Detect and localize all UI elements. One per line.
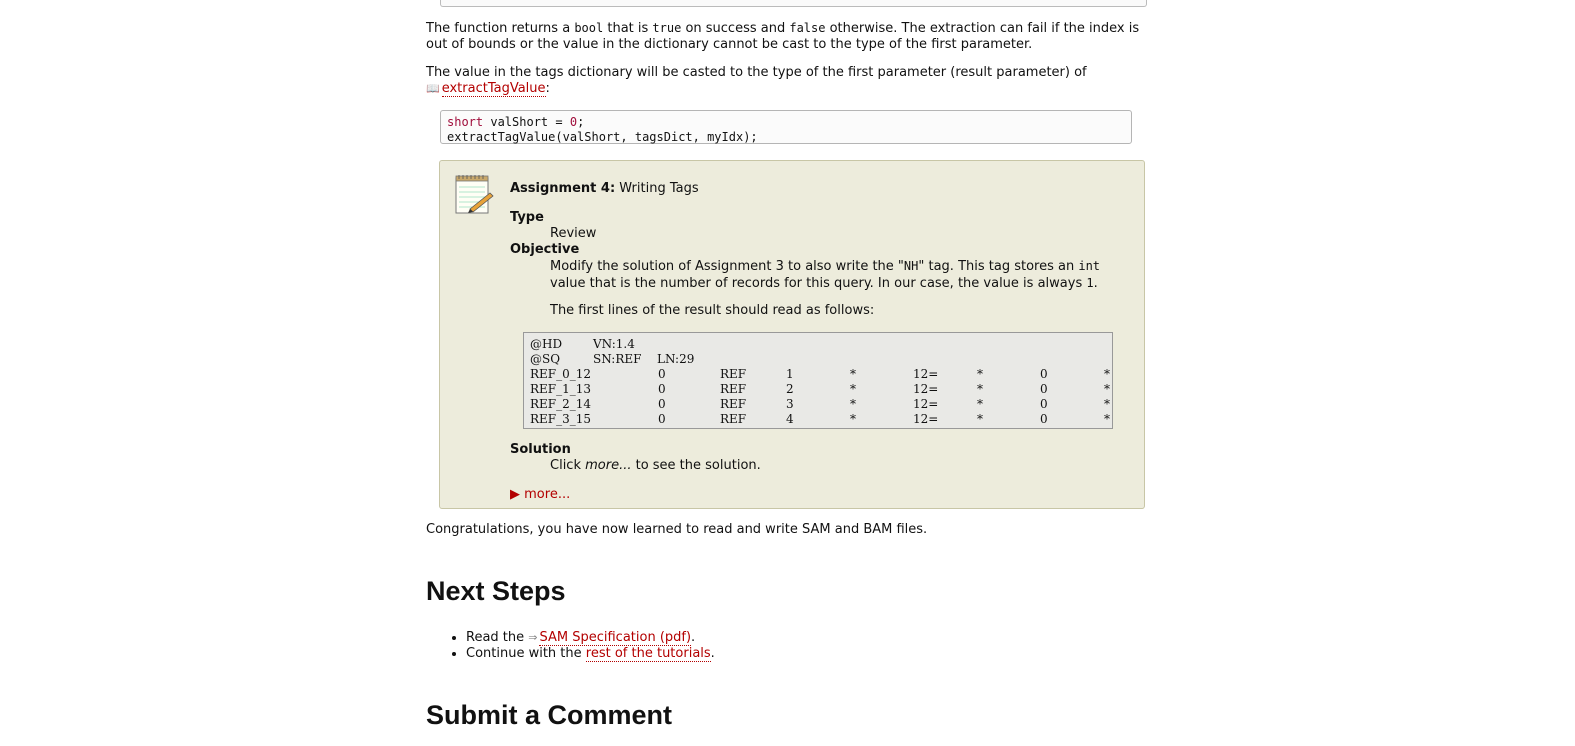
triangle-right-icon: ▶ — [510, 487, 520, 502]
solution-label: Solution — [510, 442, 571, 457]
assignment-title: Assignment 4: Writing Tags — [510, 181, 699, 196]
congrats-text: Congratulations, you have now learned to… — [426, 522, 928, 537]
objective-label: Objective — [510, 242, 580, 257]
notepad-pencil-icon — [455, 175, 494, 214]
return-value-paragraph: The function returns a bool that is true… — [426, 21, 1140, 52]
sam-record-row: REF_1_13 0 REF 2 * 12= * 0 * — [530, 382, 1110, 396]
sam-spec-link[interactable]: SAM Specification (pdf) — [539, 630, 692, 646]
next-steps-list: Read the ⇒SAM Specification (pdf). Conti… — [466, 630, 715, 662]
submit-comment-heading: Submit a Comment — [426, 700, 673, 730]
next-steps-heading: Next Steps — [426, 576, 566, 606]
tutorials-link[interactable]: rest of the tutorials — [585, 646, 711, 662]
list-item: Continue with the rest of the tutorials. — [466, 646, 715, 662]
sam-record-row: REF_3_15 0 REF 4 * 12= * 0 * — [530, 412, 1110, 426]
sam-header-row: @SQ SN:REF LN:29 — [530, 352, 695, 366]
external-link-icon: ⇒ — [528, 631, 538, 644]
cast-paragraph: The value in the tags dictionary will be… — [426, 65, 1087, 97]
sam-output-block: @HD VN:1.4 @SQ SN:REF LN:29 REF_0_12 0 REF 1 * 1… — [523, 332, 1113, 429]
extracttagvalue-link[interactable]: extractTagValue — [441, 81, 546, 97]
sam-record-row: REF_2_14 0 REF 3 * 12= * 0 * — [530, 397, 1110, 411]
more-toggle[interactable]: ▶ more... — [510, 487, 570, 502]
book-icon: 📖 — [426, 82, 440, 95]
type-label: Type — [510, 210, 544, 225]
assignment-box: Assignment 4: Writing Tags Type Review O… — [439, 160, 1145, 509]
previous-code-box — [440, 0, 1147, 7]
code-snippet: short valShort = 0; extractTagValue(valS… — [440, 110, 1132, 144]
list-item: Read the ⇒SAM Specification (pdf). — [466, 630, 715, 646]
type-value: Review — [550, 226, 597, 241]
objective-result-text: The first lines of the result should rea… — [550, 303, 875, 318]
solution-text: Click more... to see the solution. — [550, 458, 761, 473]
sam-header-row: @HD VN:1.4 — [530, 337, 635, 351]
sam-record-row: REF_0_12 0 REF 1 * 12= * 0 * — [530, 367, 1110, 381]
objective-text: Modify the solution of Assignment 3 to a… — [550, 259, 1101, 291]
